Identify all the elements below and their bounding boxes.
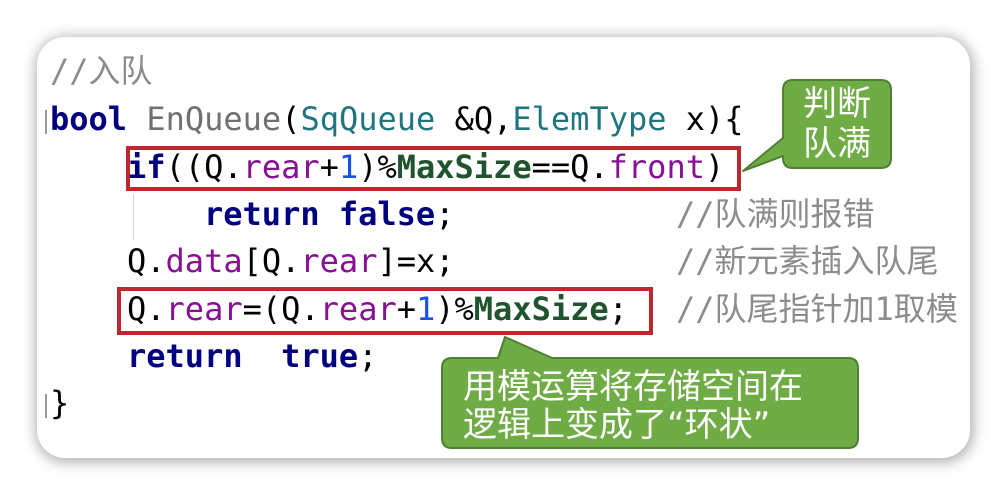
callout-line: 用模运算将存储空间在: [463, 367, 803, 407]
callout-line: 判断: [803, 84, 871, 124]
callout-line: 逻辑上变成了“环状”: [463, 405, 771, 445]
callout-text-modulo-note: 用模运算将存储空间在 逻辑上变成了“环状”: [463, 368, 803, 444]
callout-text-full-check: 判断 队满: [783, 84, 891, 164]
callout-line: 队满: [803, 124, 871, 164]
